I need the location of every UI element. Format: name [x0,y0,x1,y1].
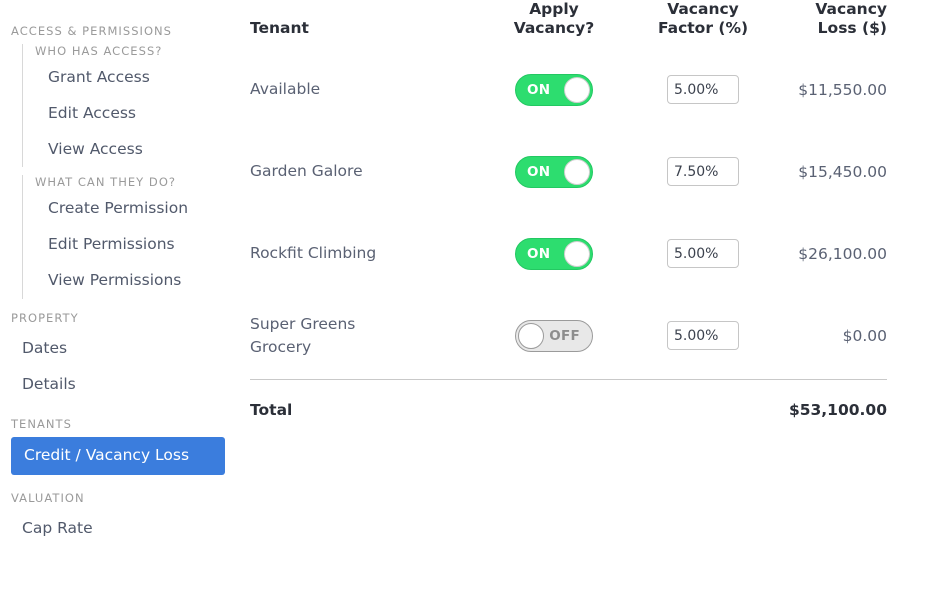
cell-vacancy-loss: $11,550.00 [798,80,887,99]
cell-vacancy-factor [633,131,773,213]
toggle-knob [518,322,544,349]
column-header-tenant: Tenant [250,0,475,49]
apply-vacancy-toggle[interactable]: ON [515,155,593,188]
sidebar-section-heading-valuation: VALUATION [11,491,85,506]
column-header-factor-line1: Vacancy [667,0,739,18]
sidebar-item-dates[interactable]: Dates [0,331,236,367]
cell-vacancy-factor [633,213,773,295]
sidebar-item-cap-rate[interactable]: Cap Rate [0,511,236,547]
column-header-vacancy-factor: Vacancy Factor (%) [633,0,773,49]
table-header: Tenant Apply Vacancy? Vacancy Factor (%)… [250,0,887,49]
table-body: Available ON $11,550.00 G [250,49,887,377]
table-row: Super Greens Grocery OFF $0.00 [250,295,887,377]
sidebar-item-edit-access[interactable]: Edit Access [23,96,236,132]
tenant-name-label: Super Greens Grocery [250,314,356,356]
sidebar: ACCESS & PERMISSIONS WHO HAS ACCESS? Gra… [0,0,236,614]
column-header-factor-line2: Factor (%) [657,19,749,38]
vacancy-factor-input[interactable] [667,321,739,351]
table-row: Available ON $11,550.00 [250,49,887,131]
toggle-knob [564,158,590,185]
cell-apply-vacancy: ON [475,131,633,213]
cell-apply-vacancy: OFF [475,295,633,377]
cell-apply-vacancy: ON [475,49,633,131]
column-header-loss-line1: Vacancy [815,0,887,18]
totals-table: Total $53,100.00 [250,380,887,419]
toggle-state-label: ON [527,81,551,98]
cell-vacancy-loss: $15,450.00 [798,162,887,181]
column-header-vacancy-loss: Vacancy Loss ($) [773,0,887,49]
tenant-name-label: Available [250,80,321,99]
table-row: Rockfit Climbing ON $26,100.00 [250,213,887,295]
sidebar-subheading-what-can-they-do: WHAT CAN THEY DO? [35,175,177,190]
cell-vacancy-factor [633,295,773,377]
sidebar-item-credit-vacancy-loss[interactable]: Credit / Vacancy Loss [11,436,225,476]
cell-vacancy-loss: $26,100.00 [798,244,887,263]
table-header-row: Tenant Apply Vacancy? Vacancy Factor (%)… [250,0,887,49]
column-header-tenant-label: Tenant [250,19,309,38]
sidebar-subheading-who-has-access: WHO HAS ACCESS? [35,44,163,58]
tenant-name-label: Rockfit Climbing [250,244,377,263]
sidebar-item-view-permissions[interactable]: View Permissions [23,263,236,299]
toggle-knob [564,76,590,103]
column-header-apply-vacancy: Apply Vacancy? [475,0,633,49]
vacancy-factor-input[interactable] [667,239,739,269]
toggle-state-label: ON [527,245,551,262]
tenant-name-label: Garden Galore [250,162,363,181]
main-content: Tenant Apply Vacancy? Vacancy Factor (%)… [236,0,934,614]
table-row: Garden Galore ON $15,450.00 [250,131,887,213]
sidebar-subgroup-who-has-access: WHO HAS ACCESS? Grant Access Edit Access… [22,44,236,168]
sidebar-item-view-access[interactable]: View Access [23,132,236,168]
sidebar-section-heading-access-permissions: ACCESS & PERMISSIONS [11,24,173,38]
toggle-state-label: OFF [549,327,580,344]
apply-vacancy-toggle[interactable]: ON [515,237,593,270]
total-value: $53,100.00 [788,400,887,419]
vacancy-factor-input[interactable] [667,75,739,105]
cell-tenant-name: Available [250,49,475,131]
sidebar-subgroup-what-can-they-do: WHAT CAN THEY DO? Create Permission Edit… [22,175,236,299]
cell-tenant-name: Super Greens Grocery [250,295,475,377]
vacancy-loss-table: Tenant Apply Vacancy? Vacancy Factor (%)… [250,0,887,377]
toggle-knob [564,240,590,267]
column-header-apply-line1: Apply [529,0,579,18]
apply-vacancy-toggle[interactable]: OFF [515,319,593,352]
cell-vacancy-factor [633,49,773,131]
apply-vacancy-toggle[interactable]: ON [515,73,593,106]
cell-tenant-name: Rockfit Climbing [250,213,475,295]
sidebar-item-grant-access[interactable]: Grant Access [23,60,236,96]
total-label: Total [250,400,293,419]
total-row: Total $53,100.00 [250,380,887,419]
cell-tenant-name: Garden Galore [250,131,475,213]
cell-apply-vacancy: ON [475,213,633,295]
column-header-apply-line2: Vacancy? [513,19,595,38]
sidebar-item-edit-permissions[interactable]: Edit Permissions [23,227,236,263]
toggle-state-label: ON [527,163,551,180]
app-root: ACCESS & PERMISSIONS WHO HAS ACCESS? Gra… [0,0,934,614]
vacancy-factor-input[interactable] [667,157,739,187]
sidebar-section-heading-tenants: TENANTS [11,416,72,431]
sidebar-item-create-permission[interactable]: Create Permission [23,191,236,227]
cell-vacancy-loss: $0.00 [842,326,887,345]
sidebar-section-heading-property: PROPERTY [11,310,79,325]
column-header-loss-line2: Loss ($) [817,19,887,38]
sidebar-item-details[interactable]: Details [0,367,236,403]
